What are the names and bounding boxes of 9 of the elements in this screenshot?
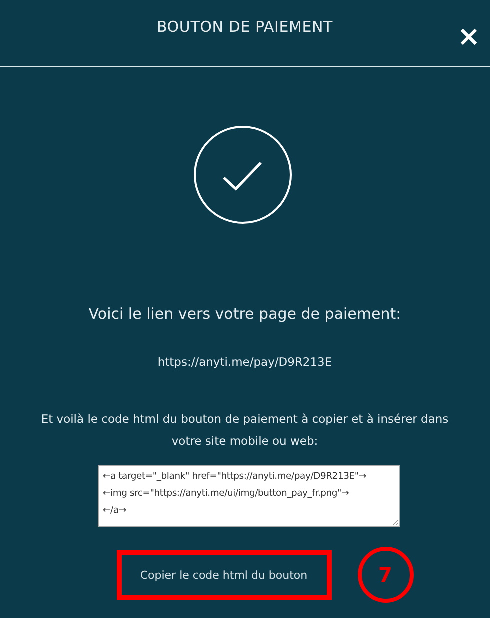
close-icon xyxy=(460,28,478,46)
instructions-text: Et voilà le code html du bouton de paiement à copier et à insérer dans votre site mobile ou web: xyxy=(40,411,450,450)
checkmark-circle-icon xyxy=(193,125,293,225)
step-number-badge: 7 xyxy=(358,547,414,603)
dialog-title: BOUTON DE PAIEMENT xyxy=(156,18,334,36)
close-button[interactable] xyxy=(460,28,478,46)
code-field[interactable]: ←a target="_blank" href="https://anyti.me/pay/D9R213E"→ ←img src="https://anyti.me/ui/img/button_pay_fr.png"→ ←/a→ xyxy=(98,465,400,527)
confirmation-heading: Voici le lien vers votre page de paiement: xyxy=(88,305,402,323)
copy-code-button[interactable]: Copier le code html du bouton xyxy=(116,550,332,600)
